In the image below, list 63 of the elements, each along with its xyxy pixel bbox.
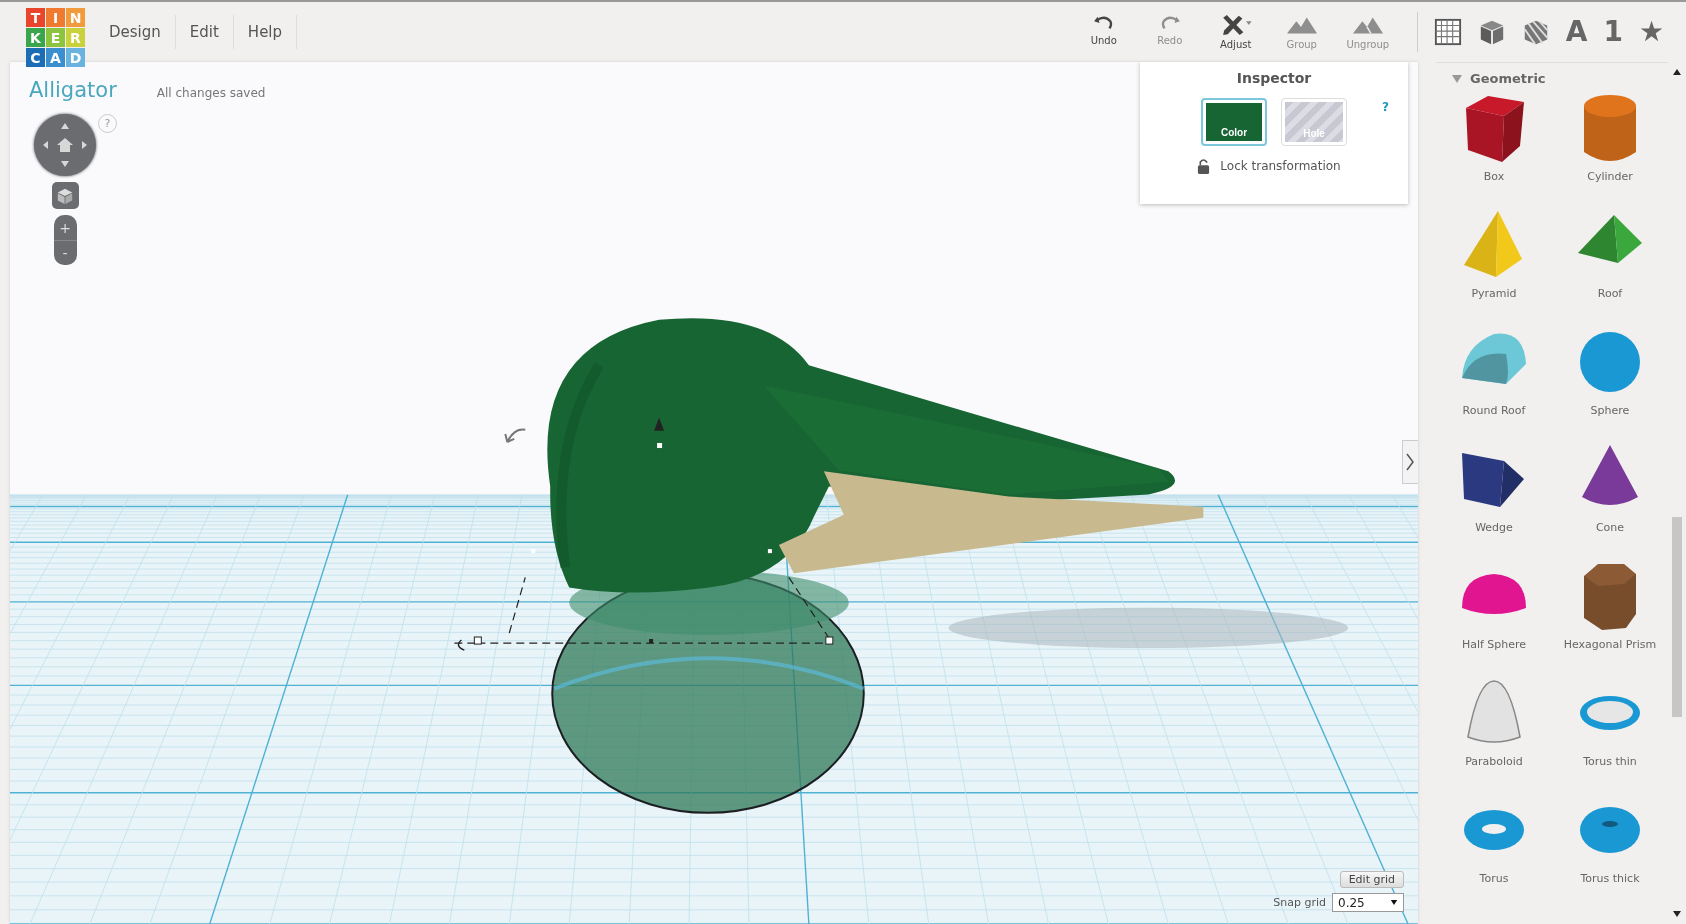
- inspector-title: Inspector: [1236, 70, 1312, 86]
- shape-label: Torus thin: [1583, 755, 1637, 768]
- edit-grid-button[interactable]: Edit grid: [1339, 871, 1404, 888]
- shape-tile[interactable]: Half Sphere: [1436, 558, 1552, 675]
- help-link[interactable]: ?: [1382, 100, 1389, 114]
- undo-icon: [1092, 14, 1115, 32]
- shape-tile[interactable]: Cone: [1552, 441, 1668, 558]
- shape-tile[interactable]: Torus thin: [1552, 675, 1668, 792]
- design-title[interactable]: Alligator: [29, 78, 117, 102]
- shape-tile[interactable]: Torus: [1436, 792, 1552, 909]
- view-cube-button[interactable]: [51, 182, 79, 209]
- view-tool-button[interactable]: A: [1565, 17, 1588, 47]
- open-padlock-icon[interactable]: [1197, 158, 1211, 174]
- shape-tile[interactable]: Box: [1436, 90, 1552, 207]
- cube-icon: [55, 186, 74, 205]
- zoom-in-button[interactable]: +: [53, 215, 77, 240]
- shape-tile[interactable]: Sphere: [1552, 324, 1668, 441]
- caret-icon: [1390, 899, 1398, 906]
- toolbar-button[interactable]: Undo: [1074, 14, 1133, 50]
- category-header[interactable]: Geometric: [1436, 63, 1668, 90]
- striped-cube-icon[interactable]: [1521, 18, 1550, 46]
- shape-label: Hexagonal Prism: [1563, 638, 1657, 651]
- panel-toggle-button[interactable]: [1402, 440, 1418, 484]
- shape-label: Pyramid: [1471, 287, 1517, 300]
- view-tool-button[interactable]: ★: [1638, 17, 1664, 47]
- lock-label: Lock transformation: [1220, 159, 1341, 173]
- shape-tile[interactable]: Hexagonal Prism: [1552, 558, 1668, 675]
- shape-label: Cylinder: [1587, 170, 1633, 183]
- shape-label: Sphere: [1590, 404, 1630, 417]
- shape-label: Round Roof: [1462, 404, 1526, 417]
- shape-tile[interactable]: Pyramid: [1436, 207, 1552, 324]
- grid-icon[interactable]: [1433, 18, 1462, 46]
- shape-tile[interactable]: Wedge: [1436, 441, 1552, 558]
- shape-label: Wedge: [1475, 521, 1513, 534]
- snap-grid-dropdown[interactable]: 0.25: [1332, 893, 1404, 912]
- zoom-out-button[interactable]: -: [53, 240, 77, 265]
- logo[interactable]: T I N K E R C A D: [26, 8, 85, 67]
- shape-label: Roof: [1597, 287, 1623, 300]
- menu-item[interactable]: Design: [95, 15, 176, 49]
- scroll-down-icon[interactable]: [1672, 910, 1682, 918]
- menu-item[interactable]: Help: [233, 15, 298, 49]
- alligator-model-drawing[interactable]: [453, 318, 1204, 814]
- shape-label: Paraboloid: [1465, 755, 1523, 768]
- shape-tile[interactable]: Cylinder: [1552, 90, 1668, 207]
- shape-label: Half Sphere: [1461, 638, 1527, 651]
- shape-label: Torus thick: [1580, 872, 1640, 885]
- chevron-right-icon: [1405, 452, 1415, 472]
- shape-tile[interactable]: Round Roof: [1436, 324, 1552, 441]
- shape-tile[interactable]: Paraboloid: [1436, 675, 1552, 792]
- scrollbar-thumb[interactable]: [1672, 517, 1682, 717]
- triangle-icon: [1452, 73, 1462, 84]
- shape-label: Torus: [1479, 872, 1509, 885]
- shape-label: Box: [1483, 170, 1505, 183]
- snap-grid-label: Snap grid: [1273, 896, 1326, 909]
- shape-tile[interactable]: Torus thick: [1552, 792, 1668, 909]
- toolbar-button[interactable]: Adjust: [1206, 14, 1265, 50]
- shape-tile[interactable]: Roof: [1552, 207, 1668, 324]
- scroll-up-icon[interactable]: [1672, 68, 1682, 76]
- save-status: All changes saved: [156, 86, 266, 100]
- color-swatch[interactable]: Color: [1201, 98, 1267, 146]
- menu-item[interactable]: Edit: [175, 15, 234, 49]
- shape-label: Cone: [1595, 521, 1625, 534]
- view-tool-button[interactable]: 1: [1603, 17, 1623, 47]
